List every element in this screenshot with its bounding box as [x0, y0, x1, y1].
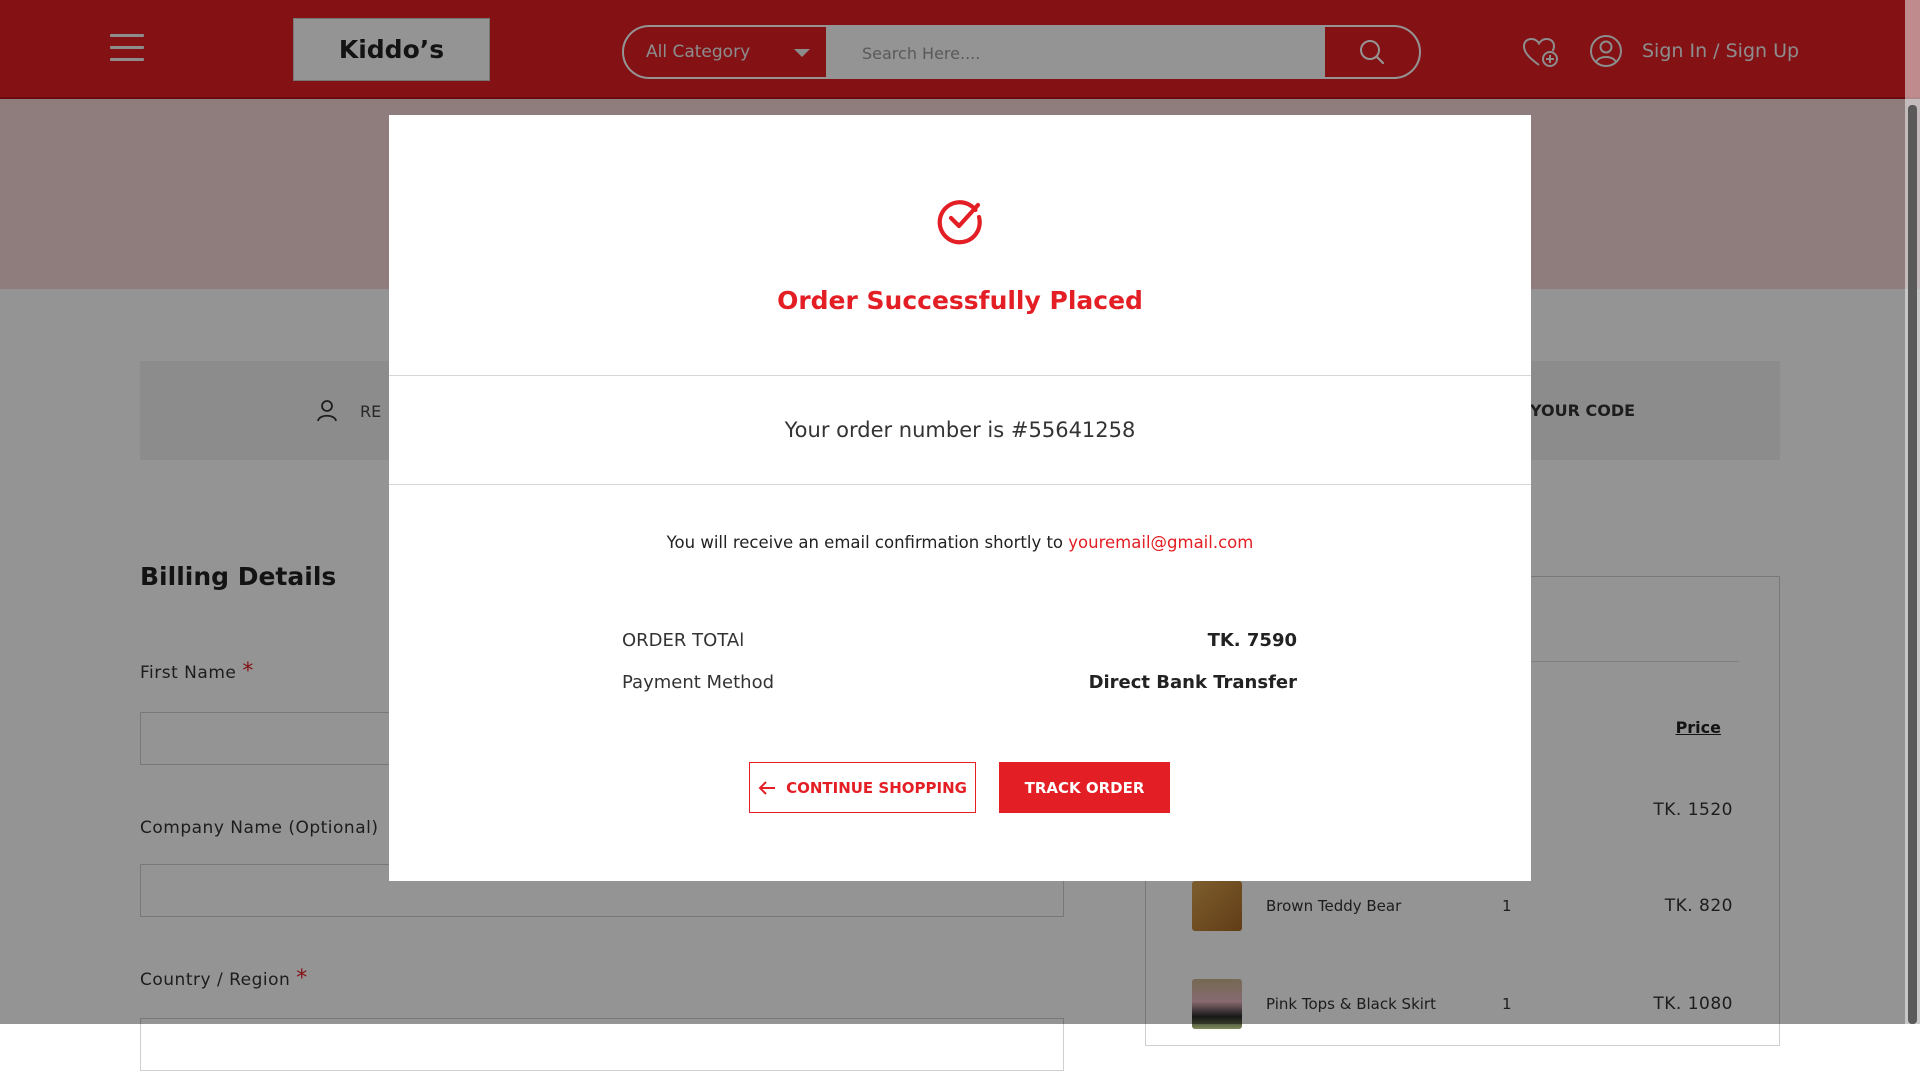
email-confirmation-text: You will receive an email confirmation s… [666, 533, 1254, 552]
scrollbar-thumb[interactable] [1908, 105, 1917, 1024]
payment-method-value: Direct Bank Transfer [1088, 672, 1297, 693]
order-total-label: ORDER TOTAl [622, 630, 745, 651]
arrow-left-icon [758, 780, 776, 795]
divider [389, 484, 1531, 485]
page-scrollbar[interactable] [1905, 0, 1920, 1024]
payment-method-label: Payment Method [622, 672, 775, 693]
continue-shopping-label: CONTINUE SHOPPING [786, 778, 967, 797]
order-total-value: TK. 7590 [1207, 630, 1297, 651]
track-order-button[interactable]: TRACK ORDER [999, 762, 1170, 813]
country-region-field[interactable] [140, 1018, 1064, 1071]
check-circle-icon [937, 200, 982, 245]
order-total-row: ORDER TOTAl TK. 7590 [622, 630, 1297, 656]
order-success-modal: Order Successfully Placed Your order num… [389, 115, 1531, 881]
confirmation-email[interactable]: youremail@gmail.com [1068, 533, 1253, 552]
track-order-label: TRACK ORDER [1024, 778, 1145, 797]
payment-method-row: Payment Method Direct Bank Transfer [622, 672, 1297, 698]
order-number-text: Your order number is #55641258 [784, 418, 1136, 442]
modal-title: Order Successfully Placed [777, 286, 1143, 315]
divider [389, 375, 1531, 376]
continue-shopping-button[interactable]: CONTINUE SHOPPING [749, 762, 976, 813]
